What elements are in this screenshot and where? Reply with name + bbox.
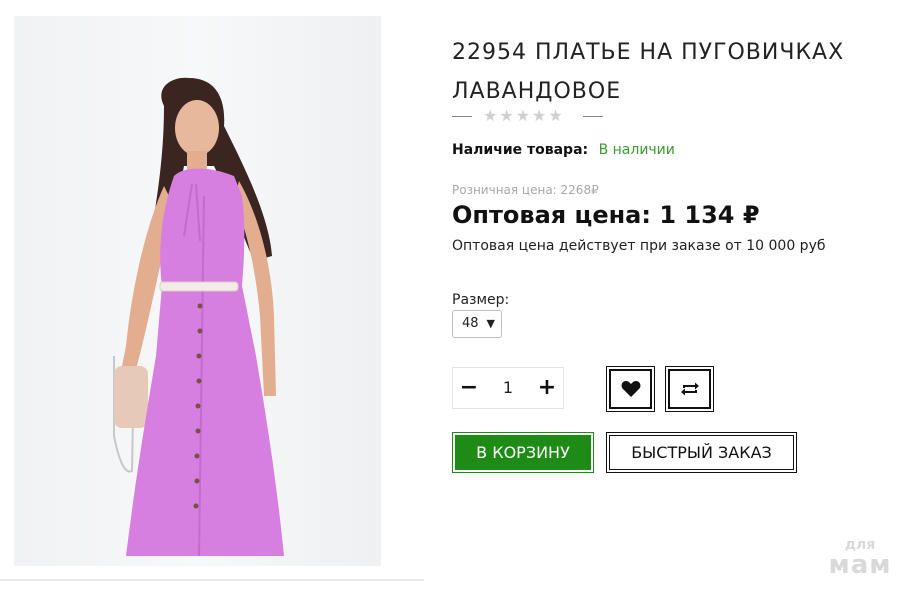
quantity-value[interactable]: 1 <box>487 368 529 408</box>
product-photo-illustration <box>113 77 284 557</box>
product-title: 22954 ПЛАТЬЕ НА ПУГОВИЧКАХ ЛАВАНДОВОЕ <box>452 39 845 104</box>
stock-status: Наличие товара: В наличии <box>452 142 675 158</box>
wholesale-price: Оптовая цена: 1 134 ₽ <box>452 201 760 229</box>
plus-icon[interactable]: + <box>533 368 561 408</box>
rating-dash-left <box>452 116 472 117</box>
quick-order-button[interactable]: БЫСТРЫЙ ЗАКАЗ <box>606 432 797 473</box>
size-selected-value: 48 <box>462 316 479 331</box>
heart-icon <box>621 381 640 397</box>
quantity-stepper[interactable]: − 1 + <box>452 367 564 409</box>
size-select[interactable]: 48 ▼ <box>452 310 502 338</box>
watermark-logo: для мам <box>822 538 898 578</box>
add-to-cart-button[interactable]: В КОРЗИНУ <box>452 432 594 473</box>
compare-icon <box>680 382 699 396</box>
retail-price: Розничная цена: 2268₽ <box>452 183 599 197</box>
compare-button[interactable] <box>665 366 714 412</box>
minus-icon[interactable]: − <box>455 368 483 408</box>
favorite-button[interactable] <box>606 366 655 412</box>
rating-dash-right <box>583 116 603 117</box>
watermark-big: мам <box>828 550 892 580</box>
divider <box>0 579 424 581</box>
size-label: Размер: <box>452 292 510 308</box>
product-image[interactable] <box>14 16 381 566</box>
stock-value: В наличии <box>598 142 675 158</box>
chevron-down-icon: ▼ <box>486 317 495 330</box>
rating-stars-icon[interactable]: ★★★★★ <box>483 106 565 125</box>
stock-label: Наличие товара: <box>452 142 589 158</box>
wholesale-note: Оптовая цена действует при заказе от 10 … <box>452 238 826 254</box>
rating[interactable]: ★★★★★ <box>452 105 612 127</box>
